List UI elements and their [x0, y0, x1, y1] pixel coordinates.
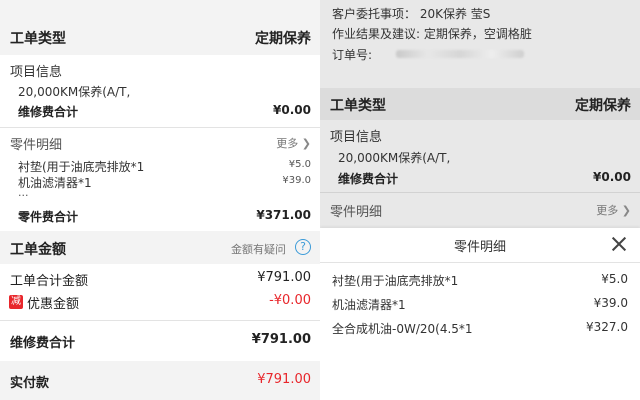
- project-info-title: 项目信息: [10, 65, 63, 80]
- discount-icon: 减: [9, 295, 23, 309]
- order-total-label: 工单合计金额: [10, 274, 89, 289]
- parts-item-2-price: ¥39.0: [282, 175, 311, 186]
- parts-title: 零件明细: [330, 205, 383, 220]
- divider: [320, 262, 640, 263]
- amount-title: 工单金额: [10, 242, 66, 258]
- chevron-right-icon: ❯: [621, 204, 631, 217]
- right-screen: 客户委托事项： 20K保养 莹S 作业结果及建议: 定期保养，空调格脏 订单号:…: [320, 0, 640, 400]
- modal-item-name: 衬垫(用于油底壳排放*1: [332, 274, 459, 288]
- parts-item-2: 机油滤清器*1: [18, 176, 92, 190]
- repair-total-row: 维修费合计 ¥791.00: [0, 321, 320, 361]
- parts-total-value: ¥371.00: [256, 208, 311, 222]
- list-item: 全合成机油-0W/20(4.5*1 ¥327.0: [320, 316, 640, 340]
- top-strip: [0, 0, 320, 19]
- work-order-type-value: 定期保养: [575, 98, 631, 114]
- project-item: 20,000KM保养(A/T,: [18, 85, 131, 99]
- work-order-type-value: 定期保养: [255, 31, 311, 47]
- project-info-title: 项目信息: [330, 130, 383, 145]
- parts-item-1: 衬垫(用于油底壳排放*1: [18, 160, 145, 174]
- project-info-section: 项目信息 20,000KM保养(A/T, 维修费合计 ¥0.00: [320, 120, 640, 192]
- order-total-value: ¥791.00: [257, 270, 311, 285]
- project-total-value: ¥0.00: [593, 170, 631, 184]
- repair-total-label: 维修费合计: [10, 336, 76, 351]
- amount-question-label[interactable]: 金额有疑问: [231, 241, 286, 257]
- work-order-type-label: 工单类型: [10, 31, 66, 47]
- parts-section: 零件明细 更多 ❯ 衬垫(用于油底壳排放*1 ¥5.0 机油滤清器*1 ¥39.…: [0, 128, 320, 231]
- order-number-label: 订单号:: [332, 48, 373, 62]
- parts-detail-sheet: 零件明细 衬垫(用于油底壳排放*1 ¥5.0 机油滤清器*1 ¥39.0 全合成…: [320, 228, 640, 400]
- chevron-right-icon: ❯: [301, 137, 311, 150]
- work-order-type-label: 工单类型: [330, 98, 386, 114]
- parts-total-label: 零件费合计: [18, 210, 79, 224]
- discount-value: -¥0.00: [269, 293, 311, 308]
- paid-value: ¥791.00: [257, 372, 311, 387]
- amount-details: 工单合计金额 ¥791.00 减 优惠金额 -¥0.00: [0, 264, 320, 320]
- paid-label: 实付款: [10, 376, 50, 391]
- project-total-label: 维修费合计: [338, 172, 399, 186]
- project-total-value: ¥0.00: [273, 103, 311, 117]
- project-item: 20,000KM保养(A/T,: [338, 151, 451, 165]
- work-order-type-row: 工单类型 定期保养: [320, 88, 640, 120]
- parts-title: 零件明细: [10, 138, 63, 153]
- parts-item-1-price: ¥5.0: [288, 159, 311, 170]
- order-number-redacted: [396, 50, 524, 58]
- project-info-section: 项目信息 20,000KM保养(A/T, 维修费合计 ¥0.00: [0, 55, 320, 127]
- work-order-type-row: 工单类型 定期保养: [0, 19, 320, 55]
- discount-label: 优惠金额: [27, 297, 80, 312]
- amount-header: 工单金额 金额有疑问 ?: [0, 231, 320, 264]
- close-icon[interactable]: [612, 237, 626, 251]
- modal-item-price: ¥327.0: [586, 320, 628, 334]
- result-suggestion: 作业结果及建议: 定期保养，空调格脏: [332, 27, 532, 41]
- parts-ellipsis: ...: [18, 186, 29, 199]
- parts-section: 零件明细 更多 ❯: [320, 193, 640, 228]
- modal-item-price: ¥5.0: [601, 272, 628, 286]
- repair-total-value: ¥791.00: [251, 332, 311, 347]
- parts-more-link[interactable]: 更多 ❯: [276, 135, 311, 151]
- paid-row: 实付款 ¥791.00: [0, 361, 320, 400]
- project-total-label: 维修费合计: [18, 105, 79, 119]
- modal-item-name: 全合成机油-0W/20(4.5*1: [332, 322, 473, 336]
- parts-more-link[interactable]: 更多 ❯: [596, 202, 631, 218]
- modal-item-price: ¥39.0: [593, 296, 628, 310]
- parts-more-label: 更多: [596, 204, 619, 217]
- list-item: 机油滤清器*1 ¥39.0: [320, 292, 640, 316]
- modal-title: 零件明细: [453, 240, 506, 255]
- order-info-section: 客户委托事项： 20K保养 莹S 作业结果及建议: 定期保养，空调格脏 订单号:: [320, 0, 640, 88]
- left-screen: 工单类型 定期保养 项目信息 20,000KM保养(A/T, 维修费合计 ¥0.…: [0, 0, 320, 400]
- list-item: 衬垫(用于油底壳排放*1 ¥5.0: [320, 268, 640, 292]
- customer-request: 客户委托事项： 20K保养 莹S: [332, 7, 491, 21]
- parts-more-label: 更多: [276, 137, 299, 150]
- modal-item-name: 机油滤清器*1: [332, 298, 406, 312]
- question-icon[interactable]: ?: [295, 239, 311, 255]
